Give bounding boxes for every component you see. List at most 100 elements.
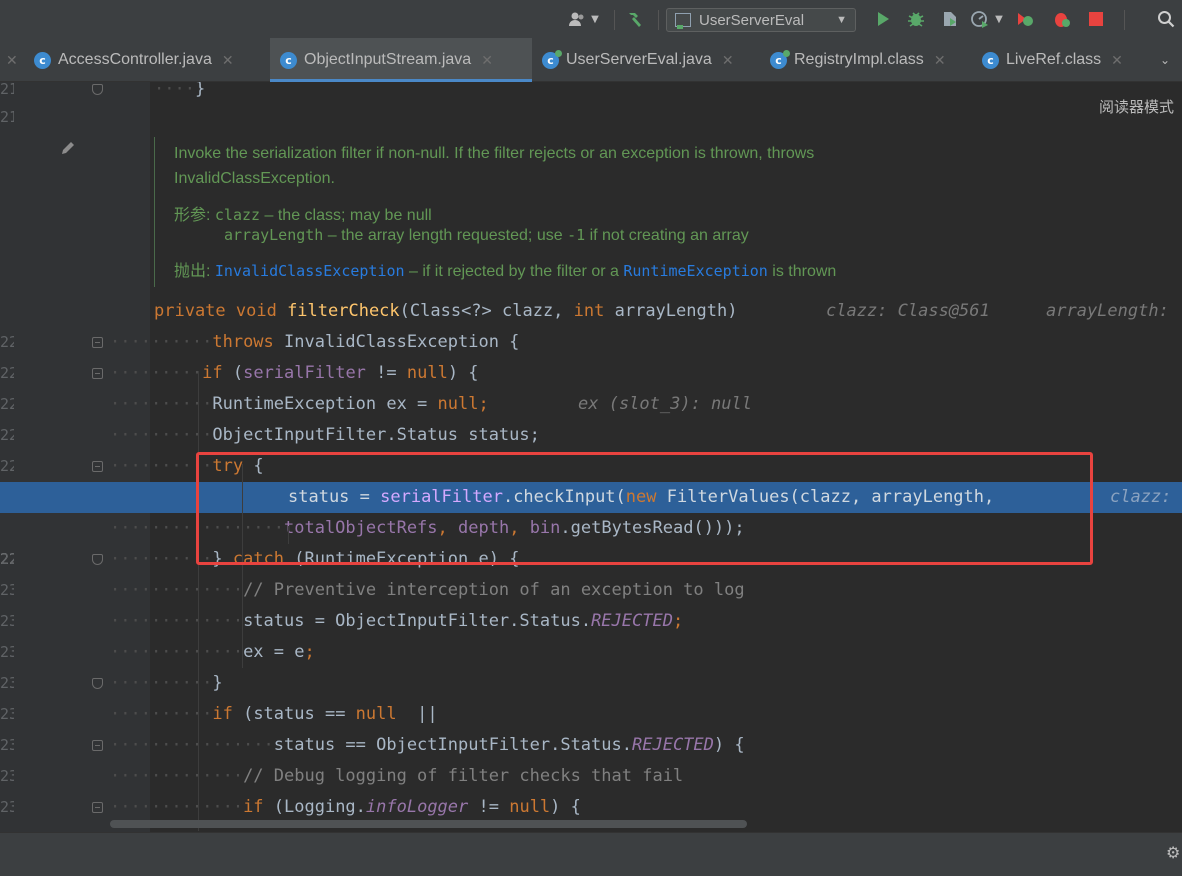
runnable-class-icon: c — [770, 49, 790, 69]
doc-param-clazz: 形参: clazz – the class; may be null — [174, 201, 432, 225]
doc-param-desc: – the array length requested; use — [323, 227, 568, 244]
doc-summary-line: InvalidClassException. — [174, 170, 335, 187]
indent-guide — [198, 371, 199, 831]
fold-start-icon[interactable] — [92, 368, 103, 379]
doc-code: -1 — [567, 226, 586, 244]
tab-close-prev[interactable]: ✕ — [0, 38, 22, 82]
code-line-233: 233 ·············ex = e; — [0, 637, 1182, 692]
fold-start-icon[interactable] — [92, 740, 103, 751]
tab-label: AccessController.java — [58, 51, 212, 68]
code-editor[interactable]: 阅读器模式 Invoke the serialization filter if… — [0, 82, 1182, 832]
fold-start-icon[interactable] — [92, 461, 103, 472]
toolbar-separator — [658, 10, 659, 30]
inline-debug-value: clazz: C — [1110, 487, 1182, 507]
application-icon — [675, 13, 691, 29]
run-configuration-select[interactable]: UserServerEval ▼ — [666, 8, 856, 32]
editor-tab-bar: ✕ c AccessController.java ✕ c ObjectInpu… — [0, 38, 1182, 82]
close-icon[interactable]: ✕ — [222, 52, 234, 69]
code-line-225: 225 ··········RuntimeException ex = null… — [0, 389, 1182, 444]
tab-label: ObjectInputStream.java — [304, 51, 472, 68]
code-line-232: 232 ·············status = ObjectInputFil… — [0, 606, 1182, 661]
line-number: 212 — [0, 108, 14, 126]
doc-param-name: clazz — [214, 206, 261, 224]
code-line-235: 235 ··········if (status == null || — [0, 699, 1182, 754]
close-icon[interactable]: ✕ — [1111, 52, 1123, 69]
toolbar-separator — [1124, 10, 1125, 30]
code-line-229: 229 ·················totalObjectRefs, de… — [0, 513, 1182, 568]
code-line-228-current: 228 status = serialFilter.checkInput(new… — [0, 482, 1182, 568]
user-icon[interactable] — [566, 0, 588, 38]
doc-link-runtime-exception[interactable]: RuntimeException — [623, 262, 768, 280]
class-icon: c — [982, 51, 999, 69]
doc-param-desc: if not creating an array — [585, 227, 749, 244]
close-icon[interactable]: ✕ — [481, 52, 493, 69]
tab-label: RegistryImpl.class — [794, 51, 924, 68]
doc-throws-label: 抛出: — [174, 263, 211, 280]
doc-link-invalid-class-exception[interactable]: InvalidClassException — [215, 262, 405, 280]
tab-access-controller[interactable]: c AccessController.java ✕ — [34, 38, 268, 82]
indent-guide — [288, 526, 289, 544]
main-toolbar: ▼ UserServerEval ▼ ▼ — [0, 0, 1182, 38]
code-line-224: 224 ·········if (serialFilter != null) { — [0, 358, 1182, 413]
stop-icon[interactable] — [1084, 0, 1108, 38]
code-line-223: 223 ··········throws InvalidClassExcepti… — [0, 327, 1182, 382]
doc-params-label: 形参: — [174, 207, 211, 224]
code-line: ····} — [154, 82, 206, 99]
attach-debugger-icon[interactable] — [1012, 0, 1038, 38]
class-icon: c — [280, 51, 297, 69]
code-line-234: 234 ··········} — [0, 668, 1182, 723]
status-bar: ⚙ — [0, 832, 1182, 876]
edit-pencil-icon[interactable] — [58, 138, 78, 158]
inline-debug-value: ex (slot_3): null — [578, 394, 752, 414]
class-icon: c — [34, 51, 51, 69]
search-icon[interactable] — [1150, 0, 1182, 38]
line-number: 238 — [0, 823, 14, 832]
dropdown-arrow-icon[interactable]: ▼ — [588, 0, 602, 38]
indent-guide — [242, 464, 243, 668]
more-tabs-chevron[interactable]: ⌄ — [1160, 38, 1182, 82]
inline-debug-value: arrayLength: — [1046, 301, 1169, 321]
code-line-222: 222 private void filterCheck(Class<?> cl… — [0, 296, 1182, 351]
toolbar-separator — [614, 10, 615, 30]
debug-icon[interactable] — [904, 0, 928, 38]
profile-icon[interactable] — [968, 0, 992, 38]
tab-live-ref[interactable]: c LiveRef.class ✕ — [982, 38, 1152, 82]
doc-throws-desc: – if it rejected by the filter or a — [404, 263, 624, 280]
close-icon[interactable]: ✕ — [6, 52, 18, 69]
doc-param-array-length: arrayLength – the array length requested… — [224, 226, 749, 245]
tab-registry-impl[interactable]: c RegistryImpl.class ✕ — [770, 38, 970, 82]
code-line-227: 227 ··········try { — [0, 451, 1182, 506]
chevron-down-icon: ⌄ — [1160, 53, 1171, 67]
gutter-row: 212 — [0, 102, 150, 133]
code-line-230: 230 ··········} catch (RuntimeException … — [0, 544, 1182, 599]
tab-user-server-eval[interactable]: c UserServerEval.java ✕ — [542, 38, 762, 82]
gear-icon[interactable]: ⚙ — [1166, 843, 1180, 862]
tab-object-input-stream[interactable]: c ObjectInputStream.java ✕ — [270, 38, 532, 82]
fold-end-icon[interactable] — [92, 678, 103, 689]
debug-with-breakpoints-icon[interactable] — [1048, 0, 1074, 38]
code-line-238: 238 ·············if (Logging.infoLogger … — [0, 792, 1182, 832]
close-icon[interactable]: ✕ — [934, 52, 946, 69]
doc-param-name: arrayLength — [224, 226, 324, 244]
close-icon[interactable]: ✕ — [722, 52, 734, 69]
run-icon[interactable] — [872, 0, 894, 38]
horizontal-scrollbar-thumb[interactable] — [110, 820, 747, 828]
build-hammer-icon[interactable] — [622, 0, 648, 38]
code-line-236: 236 ················status == ObjectInpu… — [0, 730, 1182, 785]
run-configuration-label: UserServerEval — [699, 11, 805, 29]
code-line-231: 231 ·············// Preventive intercept… — [0, 575, 1182, 630]
fold-start-icon[interactable] — [92, 337, 103, 348]
tab-label: UserServerEval.java — [566, 51, 712, 68]
doc-throws-desc: is thrown — [767, 263, 837, 280]
doc-throws: 抛出: InvalidClassException – if it reject… — [174, 257, 836, 281]
doc-param-desc: – the class; may be null — [260, 207, 432, 224]
doc-summary-line: Invoke the serialization filter if non-n… — [174, 145, 815, 162]
dropdown-arrow-icon[interactable]: ▼ — [992, 0, 1006, 38]
javadoc-rendered-block: Invoke the serialization filter if non-n… — [154, 137, 1182, 287]
fold-end-icon[interactable] — [92, 554, 103, 565]
fold-start-icon[interactable] — [92, 802, 103, 813]
code-line-237: 237 ·············// Debug logging of fil… — [0, 761, 1182, 816]
coverage-icon[interactable] — [938, 0, 962, 38]
tab-label: LiveRef.class — [1006, 51, 1102, 68]
inline-debug-value: clazz: Class@561 — [826, 301, 990, 321]
